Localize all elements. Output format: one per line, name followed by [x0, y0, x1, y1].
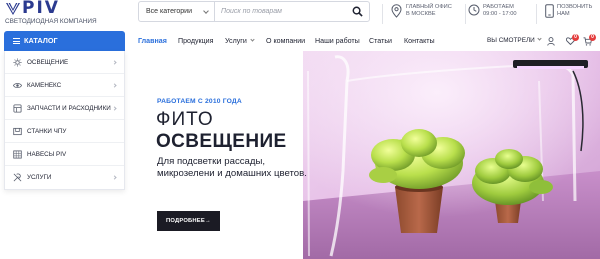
catalog-sidebar: ОСВЕЩЕНИЕ КАМЕНЕКС ЗАПЧАСТИ И РАСХОДНИКИ… [4, 51, 125, 190]
nav-item-about[interactable]: О компании [266, 36, 305, 46]
sidebar-item-parts[interactable]: ЗАПЧАСТИ И РАСХОДНИКИ [5, 97, 124, 120]
chevron-right-icon [112, 106, 117, 111]
catalog-button[interactable]: КАТАЛОГ [4, 31, 125, 51]
sidebar-item-label: КАМЕНЕКС [27, 82, 62, 89]
category-select-label: Все категории [146, 8, 192, 15]
header-divider [382, 4, 383, 24]
office-info[interactable]: ГЛАВНЫЙ ОФИС В МОСКВЕ [391, 3, 471, 25]
sidebar-item-label: СТАНКИ ЧПУ [27, 128, 67, 135]
sidebar-item-cnc[interactable]: СТАНКИ ЧПУ [5, 120, 124, 143]
nav-item-services-label: Услуги [225, 37, 247, 45]
tools-icon [13, 173, 22, 182]
office-line-2: В МОСКВЕ [406, 11, 436, 18]
hero-title-bold: ОСВЕЩЕНИЕ [156, 131, 287, 152]
lamp-icon [13, 58, 22, 67]
cnc-icon [13, 127, 22, 136]
location-pin-icon [391, 4, 402, 18]
favorites-count-badge: 0 [572, 34, 579, 41]
nav-item-works[interactable]: Наши работы [315, 36, 360, 46]
nav-item-contacts[interactable]: Контакты [404, 36, 435, 46]
office-line-1: ГЛАВНЫЙ ОФИС [406, 4, 452, 10]
hero-image [303, 51, 600, 259]
nav-item-articles[interactable]: Статьи [369, 36, 392, 46]
chevron-down-icon [203, 8, 209, 14]
chevron-right-icon [112, 60, 117, 65]
sidebar-item-label: НАВЕСЫ PIV [27, 151, 67, 158]
more-button[interactable]: ПОДРОБНЕЕ→ [157, 211, 220, 231]
catalog-label: КАТАЛОГ [24, 36, 58, 45]
canopy-icon [13, 150, 22, 159]
nav-item-products[interactable]: Продукция [178, 36, 214, 46]
chevron-right-icon [112, 175, 117, 180]
search-input[interactable] [221, 2, 341, 21]
hours-line-1: РАБОТАЕМ [483, 4, 514, 10]
chevron-right-icon [112, 83, 117, 88]
logo-tagline: СВЕТОДИОДНАЯ КОМПАНИЯ [5, 18, 97, 25]
clock-icon [468, 4, 480, 16]
nav-item-home[interactable]: Главная [138, 36, 167, 46]
sidebar-item-label: ОСВЕЩЕНИЕ [27, 59, 69, 66]
header-divider [536, 4, 537, 24]
category-select[interactable]: Все категории [139, 2, 215, 21]
sidebar-item-services[interactable]: УСЛУГИ [5, 166, 124, 189]
call-line-2: НАМ [557, 11, 570, 18]
hours-line-2: 09:00 - 17:00 [483, 11, 517, 18]
call-us[interactable]: ПОЗВОНИТЬ НАМ [545, 3, 600, 25]
viewed-label: ВЫ СМОТРЕЛИ [487, 37, 535, 44]
header-divider [465, 4, 466, 24]
grow-light-photo [303, 51, 600, 259]
call-line-1: ПОЗВОНИТЬ [557, 4, 593, 10]
hero-subtitle: Для подсветки рассады, микрозелени и дом… [157, 156, 307, 179]
parts-icon [13, 104, 22, 113]
site-logo[interactable]: PIV СВЕТОДИОДНАЯ КОМПАНИЯ [5, 0, 115, 27]
search-bar: Все категории [138, 1, 370, 22]
chevron-down-icon [537, 36, 542, 41]
sidebar-item-kameneks[interactable]: КАМЕНЕКС [5, 74, 124, 97]
logo-mark-icon [6, 2, 20, 15]
hero-kicker: РАБОТАЕМ С 2010 ГОДА [157, 98, 242, 105]
eye-icon [13, 83, 22, 88]
sidebar-item-lighting[interactable]: ОСВЕЩЕНИЕ [5, 51, 124, 74]
hours-info: РАБОТАЕМ 09:00 - 17:00 [468, 3, 532, 25]
phone-icon [545, 4, 554, 18]
menu-icon [13, 38, 20, 44]
logo-brand: PIV [22, 0, 60, 18]
sidebar-item-label: УСЛУГИ [27, 174, 52, 181]
cart-count-badge: 0 [589, 34, 596, 41]
sidebar-item-label: ЗАПЧАСТИ И РАСХОДНИКИ [27, 105, 111, 112]
chevron-down-icon [250, 37, 255, 42]
hero-title-light: ФИТО [156, 109, 214, 130]
nav-item-services[interactable]: Услуги [225, 36, 255, 46]
viewed-dropdown[interactable]: ВЫ СМОТРЕЛИ [487, 36, 542, 46]
sidebar-item-canopies[interactable]: НАВЕСЫ PIV [5, 143, 124, 166]
user-icon[interactable] [547, 37, 555, 46]
search-icon[interactable] [352, 6, 363, 17]
